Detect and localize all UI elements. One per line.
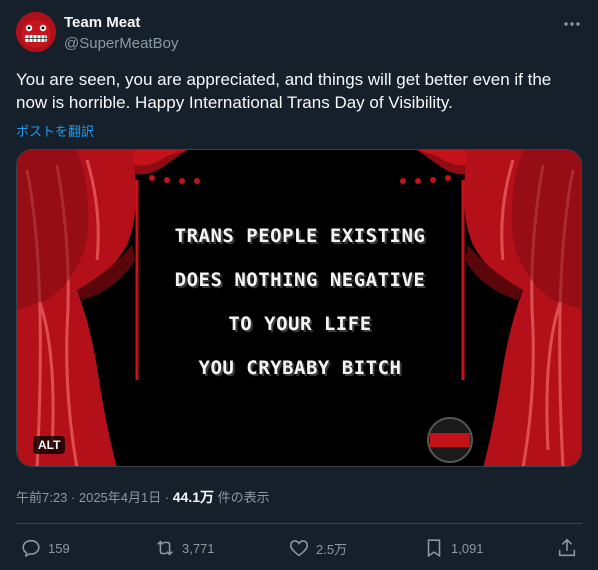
share-button[interactable] (556, 536, 578, 560)
image-text-line-1: TRANS PEOPLE EXISTING (174, 225, 426, 247)
reply-icon (22, 539, 40, 558)
translate-post-link[interactable]: ポストを翻訳 (16, 121, 94, 140)
repost-button[interactable]: 3,771 (154, 536, 215, 560)
reply-count: 159 (48, 540, 70, 556)
heart-icon (289, 540, 309, 557)
repost-icon (157, 540, 173, 556)
curtain-stage-illustration (17, 150, 581, 466)
bookmark-count: 1,091 (451, 540, 484, 556)
views-label: 件の表示 (214, 490, 270, 505)
more-options-icon[interactable] (560, 12, 584, 36)
alt-text-badge[interactable]: ALT (33, 436, 66, 454)
like-button[interactable]: 2.5万 (288, 536, 347, 560)
image-text-line-2: DOES NOTHING NEGATIVE (174, 269, 426, 291)
author-handle[interactable]: @SuperMeatBoy (64, 35, 178, 52)
timestamp[interactable]: 午前7:23 · 2025年4月1日 · (16, 490, 173, 505)
image-text-line-3: TO YOUR LIFE (228, 313, 372, 335)
team-meat-logo-icon (427, 417, 473, 463)
avatar[interactable] (16, 12, 56, 52)
views-count: 44.1万 (172, 489, 215, 505)
share-icon (558, 538, 576, 557)
repost-count: 3,771 (182, 540, 215, 556)
tweet-text: You are seen, you are appreciated, and t… (16, 70, 552, 112)
tweet-image[interactable]: TRANS PEOPLE EXISTING DOES NOTHING NEGAT… (16, 149, 582, 467)
bookmark-button[interactable]: 1,091 (423, 536, 484, 560)
like-count: 2.5万 (316, 541, 348, 557)
author-name[interactable]: Team Meat (64, 14, 140, 31)
super-meat-boy-avatar-icon (16, 12, 56, 52)
reply-button[interactable]: 159 (20, 536, 70, 560)
divider (16, 523, 582, 524)
tweet-metadata: 午前7:23 · 2025年4月1日 · 44.1万 件の表示 (16, 487, 270, 507)
bookmark-icon (427, 539, 441, 558)
image-text-line-4: YOU CRYBABY BITCH (198, 357, 402, 379)
